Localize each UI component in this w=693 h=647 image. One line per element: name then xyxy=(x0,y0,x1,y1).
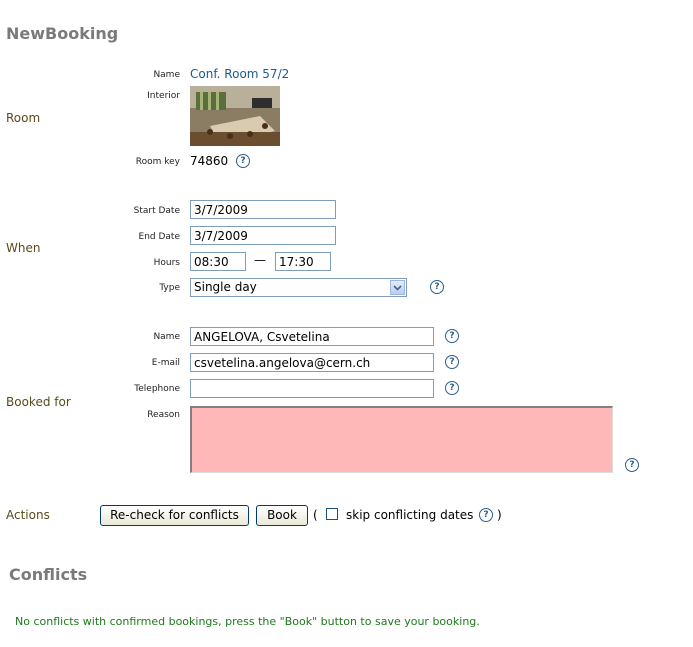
type-select[interactable]: Single day xyxy=(190,278,407,297)
help-icon[interactable]: ? xyxy=(445,381,459,395)
hours-separator: — xyxy=(254,253,266,267)
hours-from-input[interactable] xyxy=(190,252,246,271)
section-label-room: Room xyxy=(6,111,41,125)
end-date-input[interactable] xyxy=(190,226,336,245)
paren-close: ) xyxy=(497,508,502,522)
end-date-label: End Date xyxy=(138,232,180,242)
start-date-input[interactable] xyxy=(190,200,336,219)
start-date-label: Start Date xyxy=(133,206,180,216)
hours-label: Hours xyxy=(153,258,180,268)
room-interior-image[interactable] xyxy=(190,86,280,146)
interior-label: Interior xyxy=(147,91,180,101)
hours-to-input[interactable] xyxy=(275,252,331,271)
book-button[interactable]: Book xyxy=(256,505,308,526)
room-name-link[interactable]: Conf. Room 57/2 xyxy=(190,67,289,81)
type-label: Type xyxy=(159,283,180,293)
skip-conflicting-label[interactable]: skip conflicting dates xyxy=(346,508,473,522)
help-icon[interactable]: ? xyxy=(479,508,493,522)
telephone-label: Telephone xyxy=(134,384,180,394)
email-input[interactable] xyxy=(190,353,434,372)
recheck-conflicts-button[interactable]: Re-check for conflicts xyxy=(100,505,249,526)
skip-conflicting-checkbox[interactable] xyxy=(326,508,338,520)
type-select-value: Single day xyxy=(194,280,257,294)
paren-open: ( xyxy=(313,508,318,522)
section-label-when: When xyxy=(6,241,41,255)
help-icon[interactable]: ? xyxy=(445,329,459,343)
chevron-down-icon[interactable] xyxy=(390,280,405,295)
section-label-booked-for: Booked for xyxy=(6,395,71,409)
help-icon[interactable]: ? xyxy=(625,458,639,472)
email-label: E-mail xyxy=(151,358,180,368)
conflicts-message: No conflicts with confirmed bookings, pr… xyxy=(15,615,480,628)
room-key-value: 74860 xyxy=(190,154,229,168)
help-icon[interactable]: ? xyxy=(430,280,444,294)
room-name-label: Name xyxy=(153,70,180,80)
room-key-label: Room key xyxy=(135,157,180,167)
help-icon[interactable]: ? xyxy=(445,355,459,369)
reason-label: Reason xyxy=(147,410,180,420)
telephone-input[interactable] xyxy=(190,379,434,398)
help-icon[interactable]: ? xyxy=(236,154,250,168)
section-label-actions: Actions xyxy=(6,508,50,522)
booked-name-input[interactable] xyxy=(190,327,434,346)
page-title: NewBooking xyxy=(6,24,119,43)
conflicts-title: Conflicts xyxy=(9,565,88,584)
reason-textarea[interactable] xyxy=(190,406,613,473)
booked-name-label: Name xyxy=(153,332,180,342)
